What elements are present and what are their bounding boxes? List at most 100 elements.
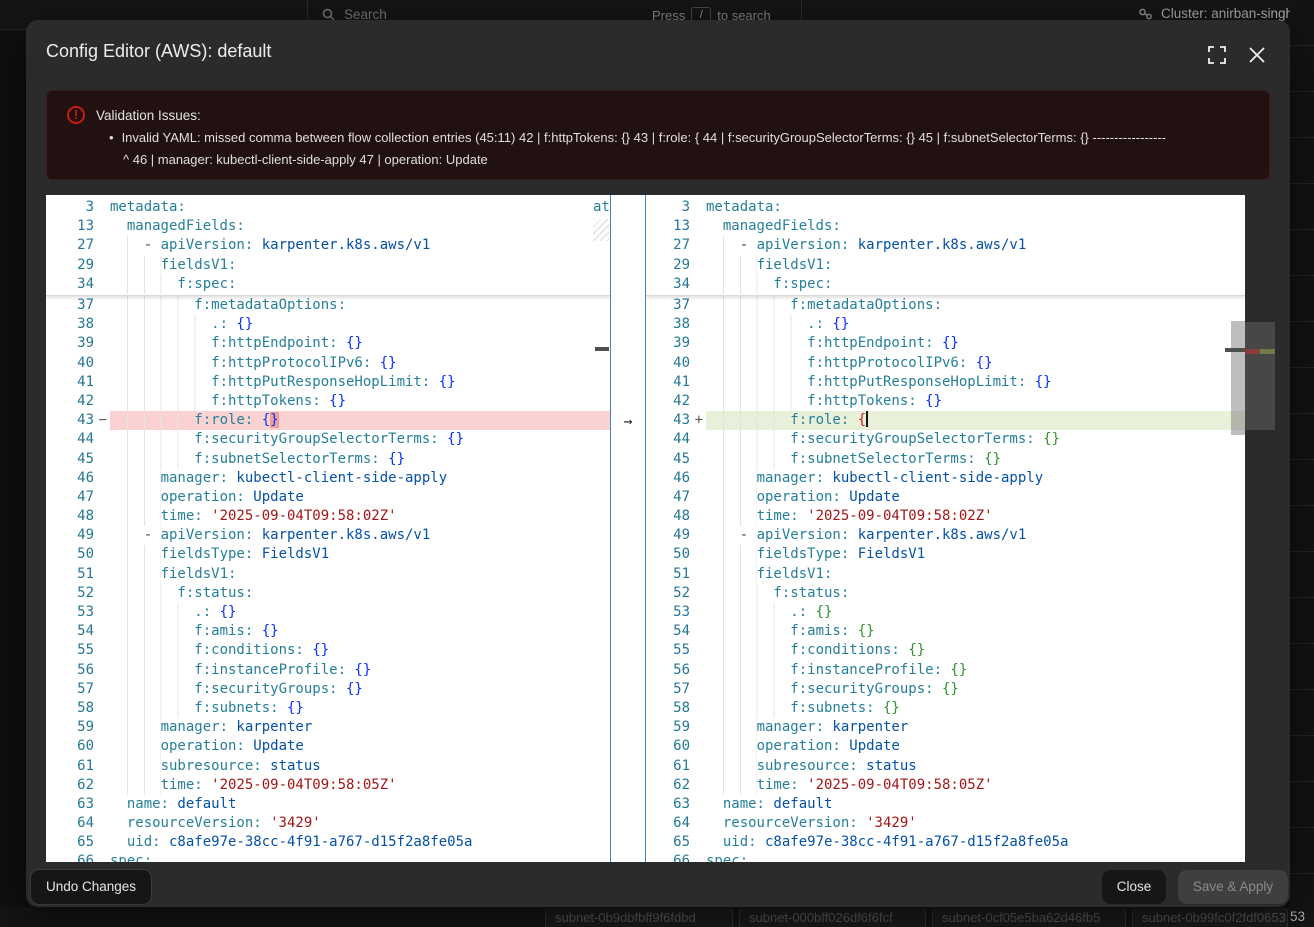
- line-number: 38: [646, 315, 706, 334]
- sticky-line-27[interactable]: 27- apiVersion: karpenter.k8s.aws/v1: [46, 236, 610, 255]
- code-line-43[interactable]: 43+f:role: {: [646, 411, 1245, 430]
- code-line-48[interactable]: 48time: '2025-09-04T09:58:02Z': [46, 507, 610, 526]
- code-line-60[interactable]: 60operation: Update: [46, 737, 610, 756]
- code-line-52[interactable]: 52f:status:: [646, 584, 1245, 603]
- code-line-54[interactable]: 54f:amis: {}: [646, 622, 1245, 641]
- code-line-51[interactable]: 51fieldsV1:: [646, 565, 1245, 584]
- code-line-47[interactable]: 47operation: Update: [646, 488, 1245, 507]
- code-line-45[interactable]: 45f:subnetSelectorTerms: {}: [46, 450, 610, 469]
- code-line-40[interactable]: 40f:httpProtocolIPv6: {}: [46, 354, 610, 373]
- overview-mark-left: [595, 347, 609, 351]
- code-line-51[interactable]: 51fieldsV1:: [46, 565, 610, 584]
- editor-scrollbar[interactable]: [1231, 321, 1245, 435]
- diff-gutter-strip: [610, 195, 646, 862]
- sticky-line-3[interactable]: 3metadata:: [46, 198, 610, 217]
- code-line-57[interactable]: 57f:securityGroups: {}: [646, 680, 1245, 699]
- line-number: 45: [646, 450, 706, 469]
- code-line-58[interactable]: 58f:subnets: {}: [46, 699, 610, 718]
- code-line-39[interactable]: 39f:httpEndpoint: {}: [646, 334, 1245, 353]
- sticky-line-13[interactable]: 13managedFields:: [46, 217, 610, 236]
- code-line-63[interactable]: 63name: default: [646, 795, 1245, 814]
- code-line-55[interactable]: 55f:conditions: {}: [46, 641, 610, 660]
- line-number: 13: [646, 217, 706, 236]
- code-line-53[interactable]: 53.: {}: [46, 603, 610, 622]
- code-line-42[interactable]: 42f:httpTokens: {}: [646, 392, 1245, 411]
- code-line-52[interactable]: 52f:status:: [46, 584, 610, 603]
- code-line-54[interactable]: 54f:amis: {}: [46, 622, 610, 641]
- sticky-line-29[interactable]: 29fieldsV1:: [46, 256, 610, 275]
- line-number: 34: [46, 275, 110, 294]
- diff-overview-ruler[interactable]: [1245, 322, 1275, 430]
- code-line-41[interactable]: 41f:httpPutResponseHopLimit: {}: [646, 373, 1245, 392]
- code-line-49[interactable]: 49- apiVersion: karpenter.k8s.aws/v1: [646, 526, 1245, 545]
- code-line-65[interactable]: 65uid: c8afe97e-38cc-4f91-a767-d15f2a8fe…: [46, 833, 610, 852]
- line-number: 62: [46, 776, 110, 795]
- code-line-56[interactable]: 56f:instanceProfile: {}: [46, 661, 610, 680]
- code-line-53[interactable]: 53.: {}: [646, 603, 1245, 622]
- code-line-64[interactable]: 64resourceVersion: '3429': [46, 814, 610, 833]
- line-number: 58: [46, 699, 110, 718]
- code-line-43[interactable]: 43−f:role: {}: [46, 411, 610, 430]
- sticky-line-3[interactable]: 3metadata:: [646, 198, 1245, 217]
- line-number: 60: [646, 737, 706, 756]
- code-line-48[interactable]: 48time: '2025-09-04T09:58:02Z': [646, 507, 1245, 526]
- code-line-61[interactable]: 61subresource: status: [646, 757, 1245, 776]
- line-number: 57: [46, 680, 110, 699]
- line-number: 52: [46, 584, 110, 603]
- code-line-39[interactable]: 39f:httpEndpoint: {}: [46, 334, 610, 353]
- close-icon[interactable]: [1246, 44, 1268, 66]
- code-line-47[interactable]: 47operation: Update: [46, 488, 610, 507]
- line-number: 49: [46, 526, 110, 545]
- code-line-57[interactable]: 57f:securityGroups: {}: [46, 680, 610, 699]
- code-line-40[interactable]: 40f:httpProtocolIPv6: {}: [646, 354, 1245, 373]
- sticky-line-13[interactable]: 13managedFields:: [646, 217, 1245, 236]
- code-line-64[interactable]: 64resourceVersion: '3429': [646, 814, 1245, 833]
- background-cell-fragment: 53: [1290, 909, 1305, 924]
- code-line-60[interactable]: 60operation: Update: [646, 737, 1245, 756]
- code-line-41[interactable]: 41f:httpPutResponseHopLimit: {}: [46, 373, 610, 392]
- background-subnet-cell: subnet-0b99fc0f2fdf0653: [1132, 908, 1288, 927]
- code-line-44[interactable]: 44f:securityGroupSelectorTerms: {}: [646, 430, 1245, 449]
- code-line-37[interactable]: 37f:metadataOptions:: [46, 296, 610, 315]
- code-line-42[interactable]: 42f:httpTokens: {}: [46, 392, 610, 411]
- code-line-56[interactable]: 56f:instanceProfile: {}: [646, 661, 1245, 680]
- line-number: 3: [46, 198, 110, 217]
- code-line-50[interactable]: 50fieldsType: FieldsV1: [46, 545, 610, 564]
- code-line-62[interactable]: 62time: '2025-09-04T09:58:05Z': [46, 776, 610, 795]
- sticky-line-34[interactable]: 34f:spec:: [46, 275, 610, 294]
- code-line-59[interactable]: 59manager: karpenter: [646, 718, 1245, 737]
- code-line-37[interactable]: 37f:metadataOptions:: [646, 296, 1245, 315]
- code-line-46[interactable]: 46manager: kubectl-client-side-apply: [646, 469, 1245, 488]
- save-apply-button[interactable]: Save & Apply: [1178, 870, 1288, 904]
- code-line-46[interactable]: 46manager: kubectl-client-side-apply: [46, 469, 610, 488]
- code-line-65[interactable]: 65uid: c8afe97e-38cc-4f91-a767-d15f2a8fe…: [646, 833, 1245, 852]
- code-line-50[interactable]: 50fieldsType: FieldsV1: [646, 545, 1245, 564]
- line-number: 61: [646, 757, 706, 776]
- revert-arrow-icon[interactable]: →: [610, 411, 646, 431]
- diff-original-pane[interactable]: 3metadata:13managedFields:27- apiVersion…: [46, 195, 610, 862]
- code-line-62[interactable]: 62time: '2025-09-04T09:58:05Z': [646, 776, 1245, 795]
- expand-icon[interactable]: [1206, 44, 1228, 66]
- line-number: 42: [646, 392, 706, 411]
- code-line-66[interactable]: 66spec:: [646, 852, 1245, 862]
- line-number: 66: [646, 852, 706, 862]
- code-line-58[interactable]: 58f:subnets: {}: [646, 699, 1245, 718]
- code-line-49[interactable]: 49- apiVersion: karpenter.k8s.aws/v1: [46, 526, 610, 545]
- code-line-38[interactable]: 38.: {}: [646, 315, 1245, 334]
- danger-icon: !: [67, 106, 85, 124]
- code-line-45[interactable]: 45f:subnetSelectorTerms: {}: [646, 450, 1245, 469]
- code-line-61[interactable]: 61subresource: status: [46, 757, 610, 776]
- code-line-44[interactable]: 44f:securityGroupSelectorTerms: {}: [46, 430, 610, 449]
- sticky-line-27[interactable]: 27- apiVersion: karpenter.k8s.aws/v1: [646, 236, 1245, 255]
- diff-modified-pane[interactable]: 3metadata:13managedFields:27- apiVersion…: [646, 195, 1245, 862]
- code-line-63[interactable]: 63name: default: [46, 795, 610, 814]
- close-button[interactable]: Close: [1102, 870, 1166, 904]
- code-line-59[interactable]: 59manager: karpenter: [46, 718, 610, 737]
- code-line-55[interactable]: 55f:conditions: {}: [646, 641, 1245, 660]
- cluster-selector[interactable]: Cluster: anirban-singh: [1138, 6, 1293, 21]
- code-line-66[interactable]: 66spec:: [46, 852, 610, 862]
- sticky-line-29[interactable]: 29fieldsV1:: [646, 256, 1245, 275]
- undo-changes-button[interactable]: Undo Changes: [30, 869, 152, 905]
- code-line-38[interactable]: 38.: {}: [46, 315, 610, 334]
- sticky-line-34[interactable]: 34f:spec:: [646, 275, 1245, 294]
